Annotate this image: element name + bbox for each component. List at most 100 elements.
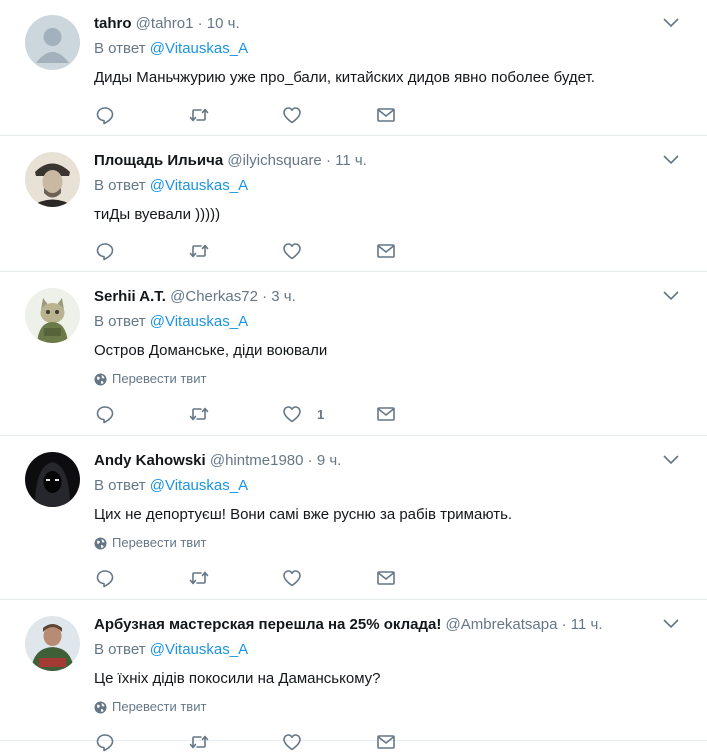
reply-icon — [96, 570, 114, 588]
reply-icon — [96, 406, 114, 424]
translate-tweet-link[interactable]: Перевести твит — [94, 370, 206, 388]
tweet[interactable]: Площадь Ильича @ilyichsquare · 11 ч. В о… — [0, 137, 707, 272]
tweet-time[interactable]: 10 ч. — [207, 15, 240, 32]
tweet-text: тиДы вуевали ))))) — [94, 206, 221, 223]
author-handle[interactable]: @hintme1980 — [210, 452, 304, 469]
reply-mention-link[interactable]: @Vitauskas_A — [150, 313, 248, 330]
like-button[interactable] — [281, 731, 317, 753]
portrait-avatar-icon[interactable] — [25, 152, 80, 207]
separator-dot: · — [197, 15, 203, 32]
author-handle[interactable]: @Ambrekatsapa — [446, 616, 558, 633]
like-button[interactable] — [281, 567, 317, 589]
heart-icon — [283, 734, 301, 751]
retweet-icon — [189, 407, 209, 421]
retweet-icon — [189, 244, 209, 258]
tweet-text: Це їхніх дідів покосили на Даманському? — [94, 670, 381, 687]
like-count: 1 — [317, 406, 325, 422]
tweet-header: Serhii A.T. @Cherkas72 · 3 ч. — [94, 287, 296, 307]
reply-to-line: В ответ @Vitauskas_A — [94, 39, 248, 59]
reply-icon — [96, 734, 114, 752]
chevron-down-icon[interactable] — [663, 18, 679, 28]
retweet-button[interactable] — [188, 567, 210, 589]
chevron-down-icon[interactable] — [663, 455, 679, 465]
reply-mention-link[interactable]: @Vitauskas_A — [150, 40, 248, 57]
tweet[interactable]: Andy Kahowski @hintme1980 · 9 ч. В ответ… — [0, 437, 707, 600]
reply-button[interactable] — [94, 567, 116, 589]
chevron-down-icon[interactable] — [663, 155, 679, 165]
soldier-cat-avatar-icon[interactable] — [25, 288, 80, 343]
tweet[interactable]: tahro @tahro1 · 10 ч. В ответ @Vitauskas… — [0, 0, 707, 136]
tweet-time[interactable]: 11 ч. — [571, 616, 603, 633]
author-handle[interactable]: @Cherkas72 — [170, 288, 258, 305]
reply-to-line: В ответ @Vitauskas_A — [94, 640, 248, 660]
globe-icon — [94, 537, 107, 549]
reply-prefix: В ответ — [94, 40, 146, 57]
direct-message-button[interactable] — [375, 731, 397, 753]
author-name[interactable]: Арбузная мастерская перешла на 25% оклад… — [94, 616, 441, 633]
reply-mention-link[interactable]: @Vitauskas_A — [150, 641, 248, 658]
tweet[interactable]: Арбузная мастерская перешла на 25% оклад… — [0, 601, 707, 752]
translate-label: Перевести твит — [112, 535, 207, 550]
heart-icon — [283, 107, 301, 124]
default-avatar-icon[interactable] — [25, 15, 80, 70]
translate-tweet-link[interactable]: Перевести твит — [94, 534, 206, 552]
envelope-icon — [377, 571, 395, 585]
retweet-button[interactable] — [188, 731, 210, 753]
reply-prefix: В ответ — [94, 177, 146, 194]
tweet-time[interactable]: 11 ч. — [335, 152, 367, 169]
envelope-icon — [377, 407, 395, 421]
tweet-text: Цих не депортуєш! Вони самі вже русню за… — [94, 506, 513, 523]
tweet-time[interactable]: 3 ч. — [271, 288, 296, 305]
hooded-figure-avatar-icon[interactable] — [25, 452, 80, 507]
reply-mention-link[interactable]: @Vitauskas_A — [150, 477, 248, 494]
chevron-down-icon[interactable] — [663, 291, 679, 301]
separator-dot: · — [325, 152, 331, 169]
tweet-time[interactable]: 9 ч. — [317, 452, 342, 469]
separator-dot: · — [307, 452, 313, 469]
globe-icon — [94, 701, 107, 713]
reply-prefix: В ответ — [94, 313, 146, 330]
reply-prefix: В ответ — [94, 641, 146, 658]
reply-icon — [96, 107, 114, 125]
tweet[interactable]: Serhii A.T. @Cherkas72 · 3 ч. В ответ @V… — [0, 273, 707, 436]
reply-mention-link[interactable]: @Vitauskas_A — [150, 177, 248, 194]
direct-message-button[interactable] — [375, 403, 397, 425]
heart-icon — [283, 406, 301, 423]
separator-dot: · — [262, 288, 268, 305]
direct-message-button[interactable] — [375, 240, 397, 262]
like-button[interactable] — [281, 104, 317, 126]
reply-to-line: В ответ @Vitauskas_A — [94, 312, 248, 332]
reply-icon — [96, 243, 114, 261]
reply-button[interactable] — [94, 403, 116, 425]
separator-dot: · — [561, 616, 567, 633]
reply-button[interactable] — [94, 104, 116, 126]
tweet-header: Площадь Ильича @ilyichsquare · 11 ч. — [94, 151, 367, 171]
retweet-button[interactable] — [188, 240, 210, 262]
translate-tweet-link[interactable]: Перевести твит — [94, 698, 206, 716]
author-handle[interactable]: @ilyichsquare — [227, 152, 321, 169]
tweet-text: Диды Маньчжурию уже про_бали, китайских … — [94, 69, 595, 86]
reply-to-line: В ответ @Vitauskas_A — [94, 176, 248, 196]
reply-button[interactable] — [94, 240, 116, 262]
like-button[interactable]: 1 — [281, 403, 324, 425]
reply-button[interactable] — [94, 731, 116, 753]
author-name[interactable]: Площадь Ильича — [94, 152, 223, 169]
retweet-icon — [189, 108, 209, 122]
envelope-icon — [377, 735, 395, 749]
chevron-down-icon[interactable] — [663, 619, 679, 629]
retweet-icon — [189, 735, 209, 749]
like-button[interactable] — [281, 240, 317, 262]
retweet-button[interactable] — [188, 403, 210, 425]
retweet-button[interactable] — [188, 104, 210, 126]
reply-prefix: В ответ — [94, 477, 146, 494]
author-name[interactable]: tahro — [94, 15, 132, 32]
globe-icon — [94, 373, 107, 385]
direct-message-button[interactable] — [375, 104, 397, 126]
author-name[interactable]: Andy Kahowski — [94, 452, 206, 469]
author-name[interactable]: Serhii A.T. — [94, 288, 166, 305]
translate-label: Перевести твит — [112, 699, 207, 714]
direct-message-button[interactable] — [375, 567, 397, 589]
heart-icon — [283, 243, 301, 260]
author-handle[interactable]: @tahro1 — [136, 15, 194, 32]
person-avatar-icon[interactable] — [25, 616, 80, 671]
